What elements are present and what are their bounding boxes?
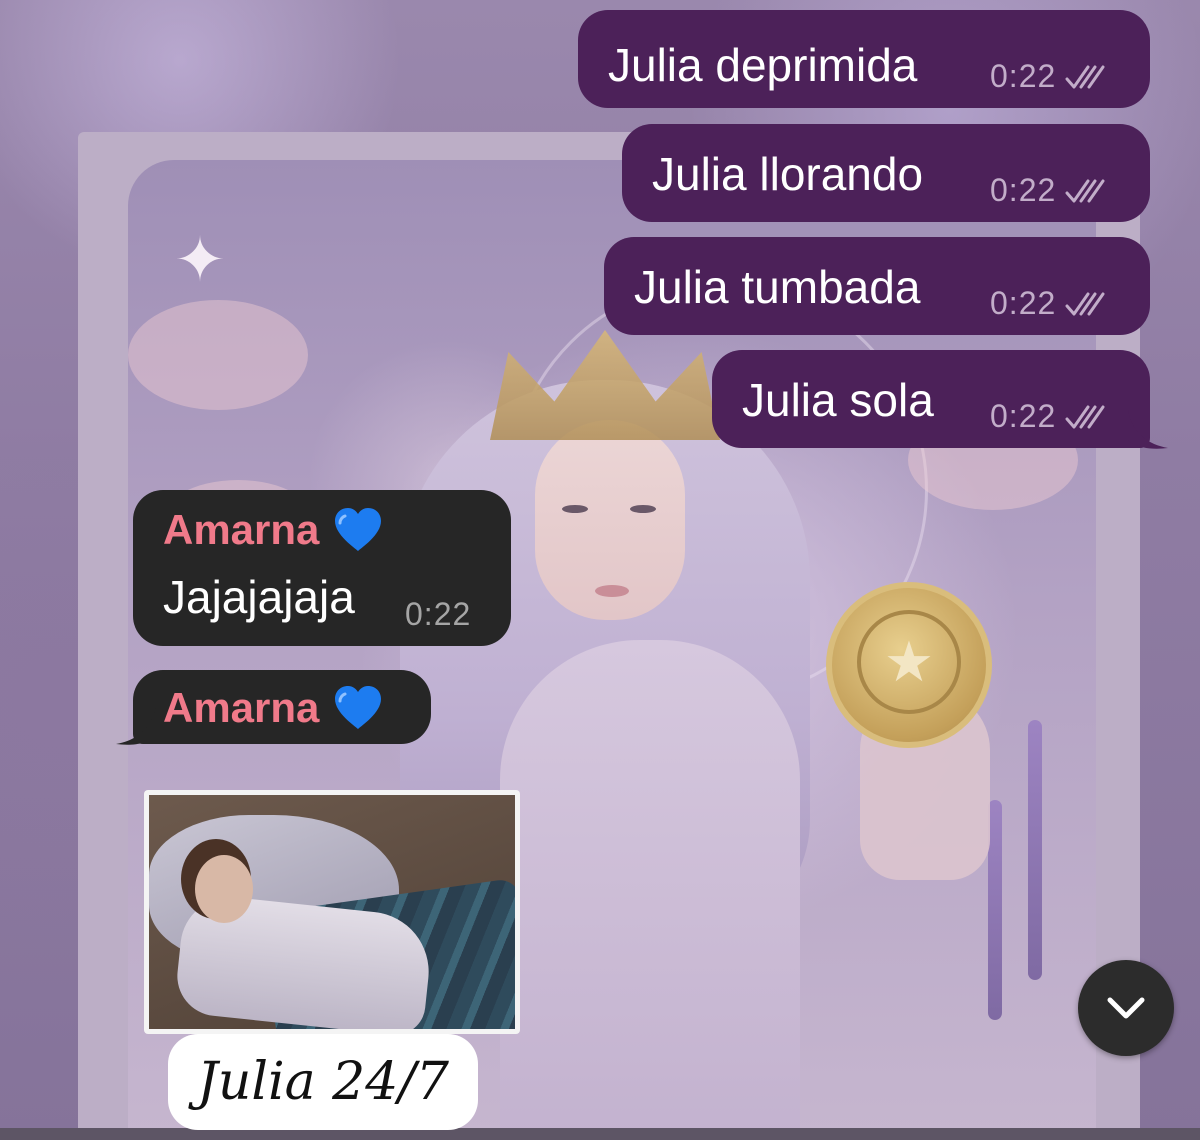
sender-name-text: Amarna <box>163 506 320 553</box>
sender-name-text: Amarna <box>163 684 320 731</box>
incoming-message[interactable]: Amarna <box>133 670 431 744</box>
incoming-message[interactable]: Amarna Jajajajaja 0:22 <box>133 490 511 646</box>
message-meta: 0:22 <box>990 285 1108 322</box>
sender-name: Amarna <box>163 684 383 732</box>
outgoing-message[interactable]: Julia sola 0:22 <box>712 350 1150 448</box>
sticker-caption: Julia 24/7 <box>168 1034 478 1130</box>
outgoing-message[interactable]: Julia deprimida 0:22 <box>578 10 1150 108</box>
message-text: Julia sola <box>742 374 934 426</box>
chevron-down-icon <box>1107 997 1145 1019</box>
wallpaper-queen-eye <box>630 505 656 513</box>
message-time: 0:22 <box>990 172 1057 208</box>
message-meta: 0:22 <box>990 58 1108 95</box>
outgoing-message[interactable]: Julia tumbada 0:22 <box>604 237 1150 335</box>
message-meta: 0:22 <box>990 398 1108 435</box>
message-text: Julia llorando <box>652 148 924 200</box>
wallpaper-queen-lips <box>595 585 629 597</box>
sticker-painting <box>149 795 515 1029</box>
sender-name: Amarna <box>163 506 383 554</box>
painting-figure-head <box>195 855 253 923</box>
message-time: 0:22 <box>990 58 1057 94</box>
message-time: 0:22 <box>990 285 1057 321</box>
message-meta: 0:22 <box>990 172 1108 209</box>
wallpaper-queen-body <box>500 640 800 1140</box>
message-meta: 0:22 <box>405 596 471 633</box>
message-time: 0:22 <box>990 398 1057 434</box>
double-check-icon <box>1065 65 1105 88</box>
wallpaper-cloud <box>128 300 308 410</box>
sticker-image[interactable] <box>144 790 520 1034</box>
bottom-bar <box>0 1128 1200 1140</box>
double-check-icon <box>1065 405 1105 428</box>
scroll-to-bottom-button[interactable] <box>1078 960 1174 1056</box>
message-text: Julia deprimida <box>608 39 918 91</box>
message-text: Jajajajaja <box>163 571 355 623</box>
message-time: 0:22 <box>405 596 472 632</box>
sparkle-icon: ✦ <box>174 226 226 295</box>
bubble-tail <box>116 706 156 745</box>
wallpaper-lavender <box>1028 720 1042 980</box>
blue-heart-icon <box>335 686 382 729</box>
message-text: Julia tumbada <box>634 261 921 313</box>
star-icon: ★ <box>857 610 961 714</box>
wallpaper-queen-eye <box>562 505 588 513</box>
wallpaper-lavender <box>988 800 1002 1020</box>
double-check-icon <box>1065 179 1105 202</box>
bubble-tail <box>1128 410 1168 449</box>
double-check-icon <box>1065 292 1105 315</box>
outgoing-message[interactable]: Julia llorando 0:22 <box>622 124 1150 222</box>
blue-heart-icon <box>335 508 382 551</box>
